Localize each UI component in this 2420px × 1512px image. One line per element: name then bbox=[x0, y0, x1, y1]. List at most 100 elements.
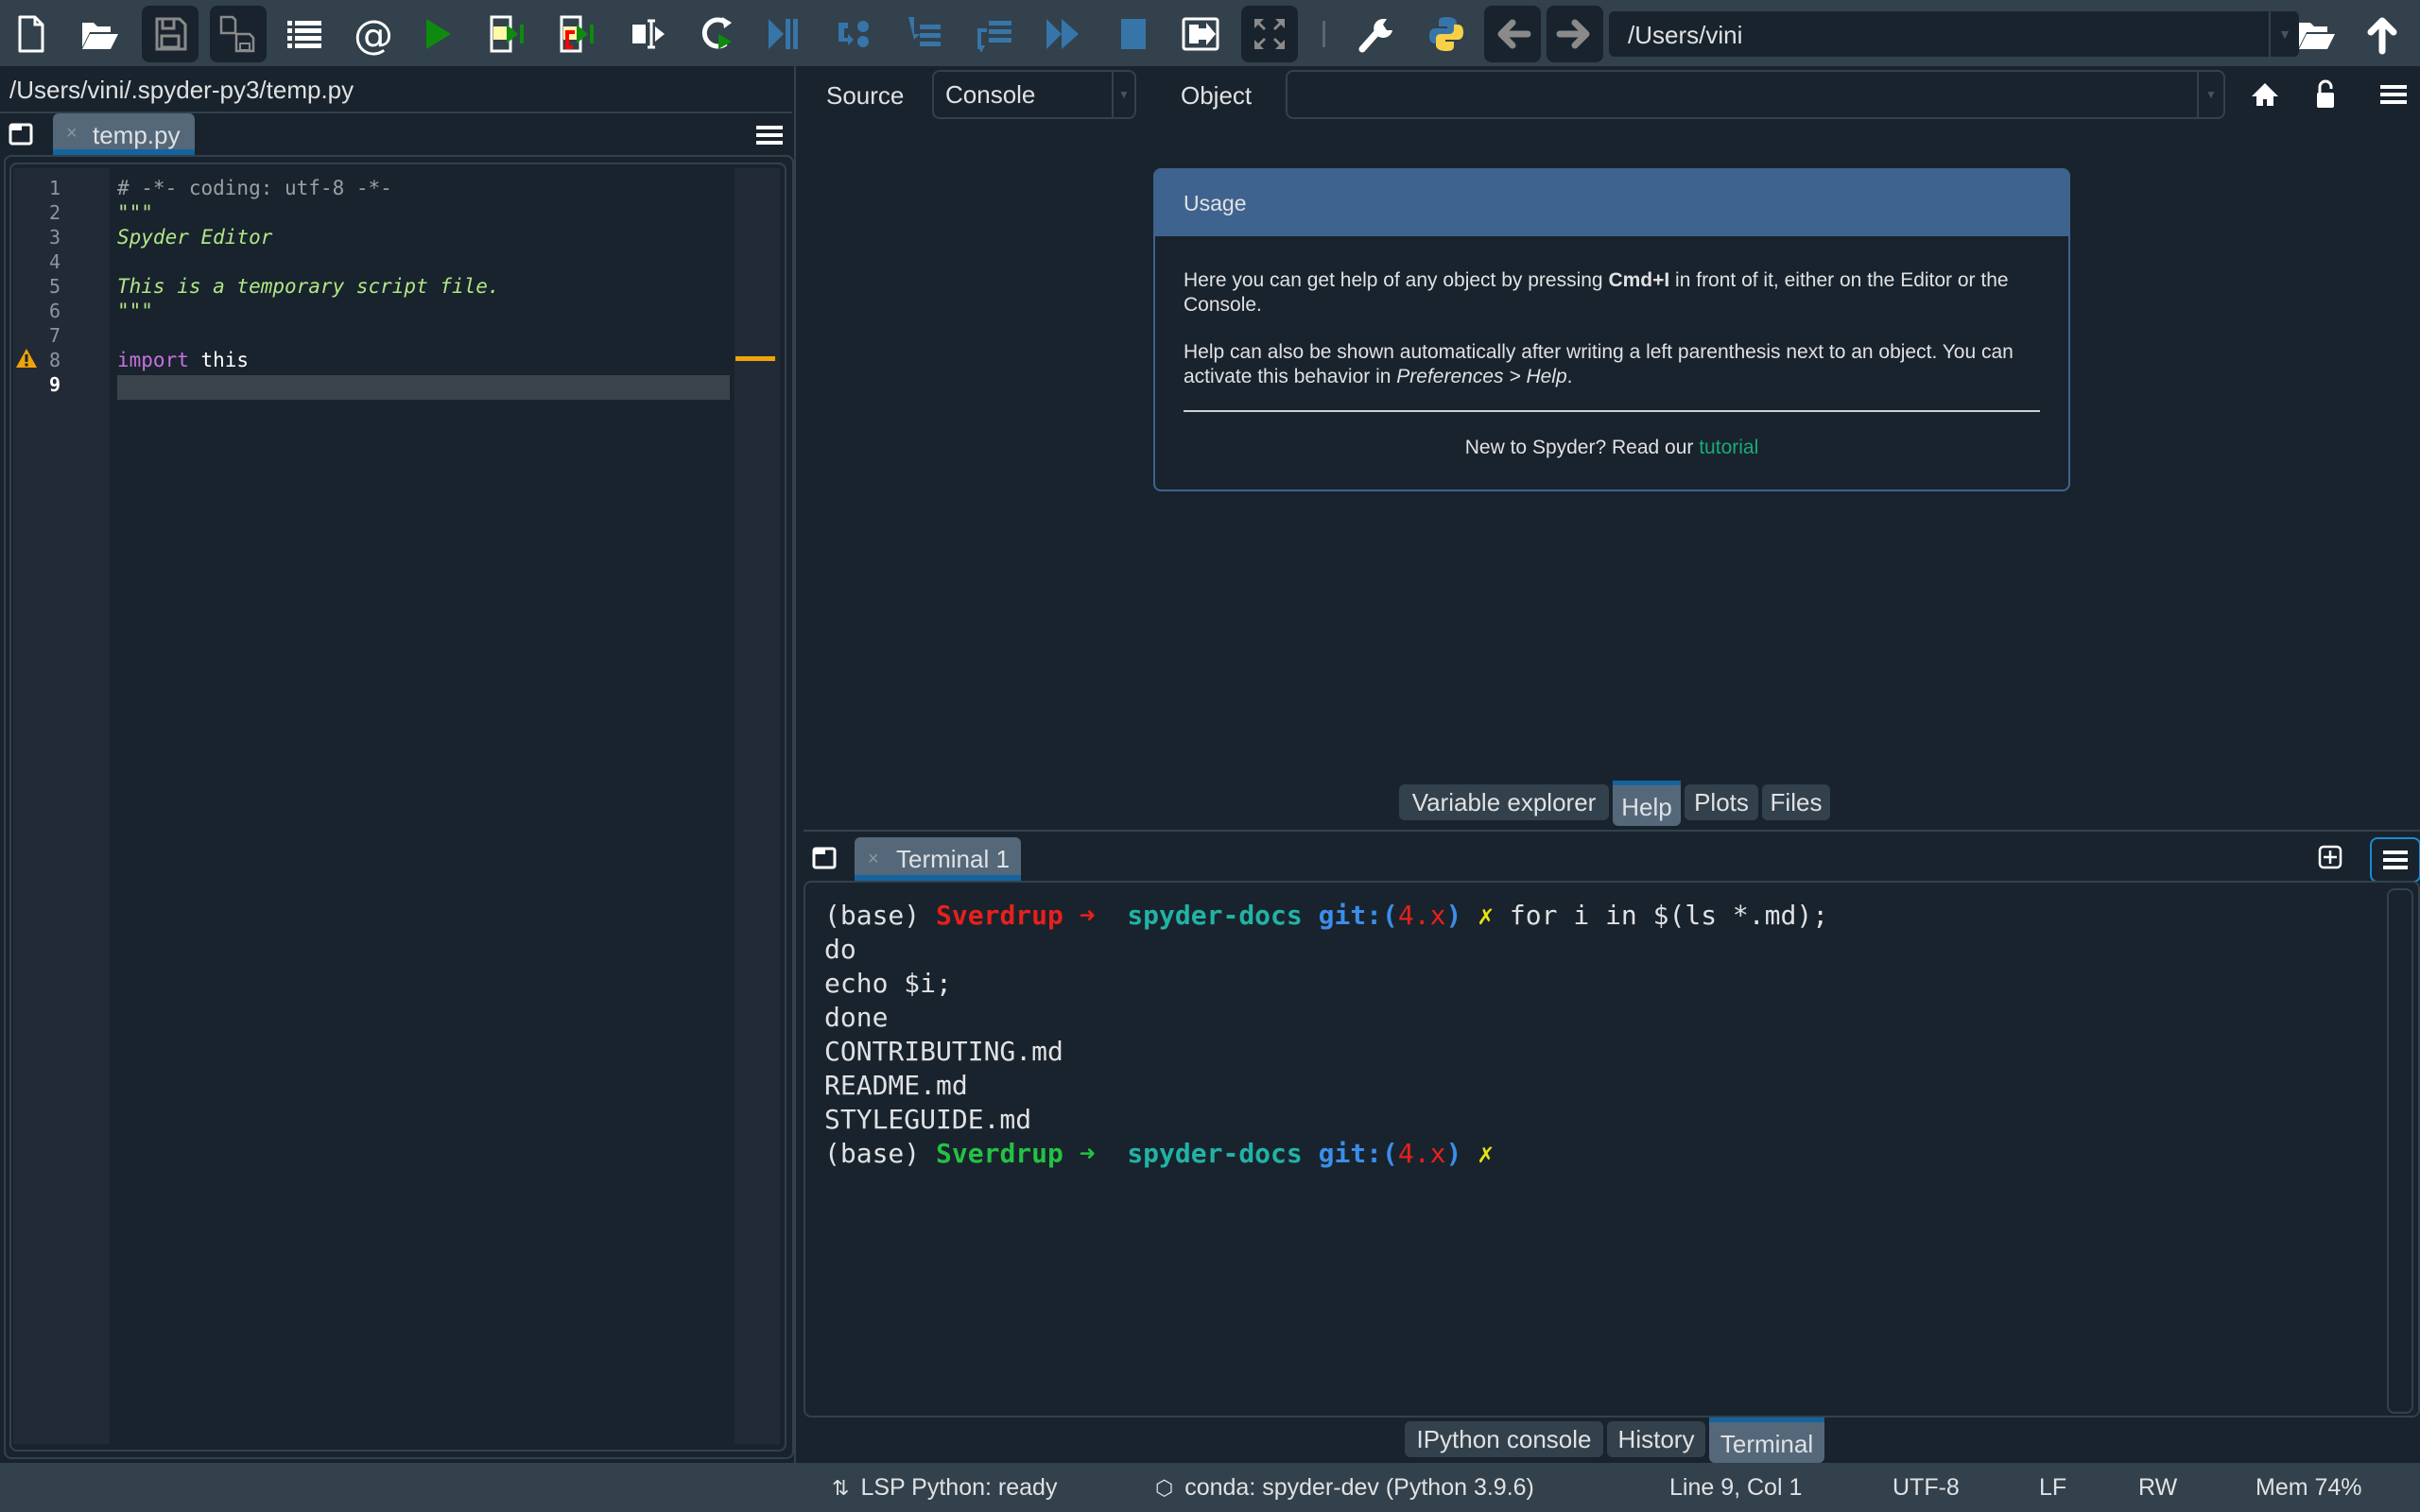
new-terminal-button[interactable] bbox=[2318, 845, 2342, 874]
close-tab-icon[interactable]: × bbox=[66, 123, 78, 145]
tab-variable-explorer[interactable]: Variable explorer bbox=[1399, 784, 1609, 820]
tab-terminal[interactable]: Terminal bbox=[1709, 1418, 1824, 1463]
chevron-down-icon[interactable]: ▼ bbox=[1112, 72, 1134, 117]
terminal-text-segment: ✗ bbox=[1461, 1138, 1495, 1169]
stop-button[interactable] bbox=[1106, 6, 1163, 62]
pane-splitter[interactable] bbox=[794, 66, 800, 1465]
pythonpath-button[interactable] bbox=[1418, 6, 1475, 62]
fast-forward-icon bbox=[1046, 19, 1079, 49]
conda-env-status[interactable]: ⬡ conda: spyder-dev (Python 3.9.6) bbox=[1155, 1474, 1534, 1502]
chevron-down-icon[interactable]: ▼ bbox=[2197, 72, 2223, 117]
lsp-status-text: LSP Python: ready bbox=[860, 1474, 1058, 1501]
run-button[interactable] bbox=[409, 6, 466, 62]
help-object-input[interactable]: ▼ bbox=[1286, 70, 2225, 119]
run-cell-advance-button[interactable] bbox=[550, 6, 607, 62]
tab-label: Plots bbox=[1694, 787, 1749, 816]
help-options-menu-button[interactable] bbox=[2380, 83, 2407, 111]
file-encoding: UTF-8 bbox=[1893, 1474, 1960, 1501]
list-icon bbox=[287, 21, 321, 48]
terminal-line: done bbox=[824, 1002, 888, 1033]
hamburger-menu-icon bbox=[2380, 85, 2407, 104]
terminal-text-segment: (base) bbox=[824, 1138, 937, 1169]
divider bbox=[1184, 410, 2040, 412]
terminal-text-segment: Sverdrup bbox=[936, 900, 1063, 931]
help-source-combo[interactable]: Console ▼ bbox=[932, 70, 1136, 119]
help-object-label: Object bbox=[1181, 81, 1253, 110]
browse-directory-button[interactable] bbox=[2288, 6, 2344, 62]
tab-plots[interactable]: Plots bbox=[1685, 784, 1758, 820]
line-number: 1 bbox=[48, 177, 60, 199]
terminal-text-segment: 4.x bbox=[1397, 900, 1446, 931]
line-number: 7 bbox=[48, 324, 60, 347]
debug-button[interactable] bbox=[753, 6, 810, 62]
hamburger-menu-icon bbox=[756, 126, 783, 145]
help-home-button[interactable] bbox=[2250, 81, 2280, 112]
terminal-text-segment: STYLEGUIDE.md bbox=[824, 1104, 1032, 1135]
run-selection-button[interactable] bbox=[621, 6, 678, 62]
editor-tab-temp-py[interactable]: × temp.py bbox=[53, 113, 195, 155]
step-return-button[interactable] bbox=[966, 6, 1023, 62]
cursor-position: Line 9, Col 1 bbox=[1669, 1474, 1803, 1501]
usage-title: Usage bbox=[1184, 191, 1247, 215]
terminal-scrollbar[interactable] bbox=[2387, 888, 2413, 1414]
terminal-options-menu-button[interactable] bbox=[2370, 837, 2420, 883]
working-directory-combo[interactable]: /Users/vini ▼ bbox=[1609, 11, 2299, 57]
current-line-highlight bbox=[117, 375, 730, 400]
code-line: import this bbox=[117, 349, 249, 371]
hamburger-menu-icon bbox=[2383, 850, 2408, 869]
close-tab-icon[interactable]: × bbox=[868, 849, 879, 870]
end-of-line: LF bbox=[2039, 1474, 2067, 1501]
back-button[interactable] bbox=[1484, 6, 1541, 62]
terminal-text-segment: git:( bbox=[1302, 900, 1398, 931]
warning-icon[interactable] bbox=[15, 347, 38, 374]
folder-open-icon bbox=[82, 23, 118, 49]
tab-files[interactable]: Files bbox=[1762, 784, 1830, 820]
memory-usage: Mem 74% bbox=[2256, 1474, 2362, 1501]
continue-button[interactable] bbox=[1035, 6, 1092, 62]
shortcut-text: Cmd+I bbox=[1608, 269, 1670, 291]
rerun-button[interactable] bbox=[690, 6, 747, 62]
terminal-text-segment: README.md bbox=[824, 1070, 968, 1101]
arrow-up-icon bbox=[2367, 17, 2397, 55]
save-file-button[interactable] bbox=[142, 6, 199, 62]
new-file-button[interactable] bbox=[3, 6, 60, 62]
tab-help[interactable]: Help bbox=[1613, 781, 1681, 826]
footer-text: New to Spyder? Read our bbox=[1464, 437, 1700, 458]
terminal-tab-1[interactable]: × Terminal 1 bbox=[855, 837, 1021, 881]
arrow-left-icon bbox=[1497, 19, 1531, 49]
forward-button[interactable] bbox=[1547, 6, 1603, 62]
run-cell-button[interactable] bbox=[480, 6, 537, 62]
terminal-text-segment: echo $i; bbox=[824, 968, 952, 999]
home-icon bbox=[2252, 83, 2278, 106]
tab-ipython-console[interactable]: IPython console bbox=[1405, 1421, 1603, 1457]
step-into-button[interactable] bbox=[895, 6, 952, 62]
stop-icon bbox=[1121, 19, 1146, 49]
tab-label: Variable explorer bbox=[1411, 787, 1597, 816]
maximize-pane-button[interactable] bbox=[1172, 6, 1229, 62]
terminal-line: (base) Sverdrup ➜ spyder-docs git:(4.x) … bbox=[824, 1138, 1494, 1169]
help-source-value: Console bbox=[945, 80, 1036, 109]
tutorial-link[interactable]: tutorial bbox=[1699, 437, 1758, 458]
run-selection-icon bbox=[632, 19, 665, 49]
tab-label: temp.py bbox=[93, 121, 181, 149]
open-file-button[interactable] bbox=[71, 6, 128, 62]
code-line: # -*- coding: utf-8 -*- bbox=[117, 177, 392, 199]
at-button[interactable]: @ bbox=[345, 6, 402, 62]
terminal-line: do bbox=[824, 934, 856, 965]
editor-options-menu-button[interactable] bbox=[756, 124, 783, 151]
tab-history[interactable]: History bbox=[1607, 1421, 1705, 1457]
browse-tabs-button[interactable] bbox=[811, 845, 838, 876]
parent-directory-button[interactable] bbox=[2354, 6, 2411, 62]
step-return-icon bbox=[977, 21, 1011, 53]
save-all-button[interactable] bbox=[210, 6, 267, 62]
browse-tabs-button[interactable] bbox=[8, 121, 34, 152]
fullscreen-button[interactable] bbox=[1241, 6, 1298, 62]
preferences-button[interactable] bbox=[1347, 6, 1404, 62]
active-tab-indicator bbox=[1613, 781, 1681, 785]
identifier: this bbox=[188, 349, 250, 371]
help-lock-button[interactable] bbox=[2314, 79, 2337, 114]
step-button[interactable] bbox=[825, 6, 882, 62]
tab-label: Terminal bbox=[1720, 1429, 1814, 1458]
tab-label: History bbox=[1617, 1424, 1695, 1453]
outline-button[interactable] bbox=[276, 6, 333, 62]
